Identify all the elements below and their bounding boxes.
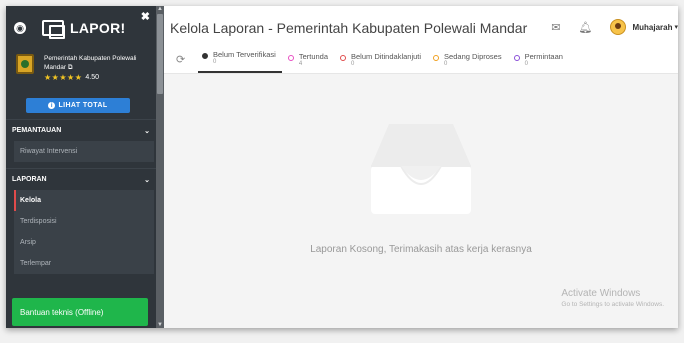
page-title: Kelola Laporan - Pemerintah Kabupaten Po… — [170, 20, 528, 36]
close-icon[interactable]: ✖ — [141, 10, 150, 23]
status-dot-icon — [287, 55, 294, 61]
agency-rating: ★★★★★ 4.50 — [44, 73, 148, 82]
tab-permintaan[interactable]: Permintaan 0 — [510, 52, 569, 73]
status-tabs: ⟳ Belum Terverifikasi 0 Tertunda 4 Belum… — [164, 50, 678, 74]
sidebar-item-terlempar[interactable]: Terlempar — [14, 253, 154, 274]
top-bar: Kelola Laporan - Pemerintah Kabupaten Po… — [164, 6, 678, 50]
empty-inbox-icon — [371, 124, 471, 214]
status-dot-icon — [433, 55, 440, 61]
pemantauan-panel: Riwayat Intervensi — [14, 141, 154, 162]
app-window: ◉ LAPOR! ✖ Pemerintah Kabupaten Polewali… — [6, 6, 678, 328]
section-laporan[interactable]: LAPORAN ⌄ — [6, 168, 156, 190]
scroll-up-icon[interactable]: ▲ — [157, 6, 163, 12]
refresh-icon[interactable]: ⟳ — [176, 53, 185, 66]
tab-tertunda[interactable]: Tertunda 4 — [284, 52, 334, 73]
sidebar-item-riwayat-intervensi[interactable]: Riwayat Intervensi — [14, 141, 154, 162]
status-dot-icon — [513, 55, 520, 61]
envelope-icon[interactable]: ✉ — [551, 21, 560, 34]
star-rating-icon: ★★★★★ — [44, 73, 83, 82]
info-icon: i — [48, 102, 56, 109]
sidebar-item-kelola[interactable]: Kelola — [14, 190, 154, 211]
lapor-logo[interactable]: LAPOR! — [42, 20, 126, 39]
scroll-down-icon[interactable]: ▼ — [157, 322, 163, 328]
windows-activation-watermark: Activate Windows Go to Settings to activ… — [561, 288, 664, 308]
main-content: Kelola Laporan - Pemerintah Kabupaten Po… — [164, 6, 678, 328]
sidebar-item-arsip[interactable]: Arsip — [14, 232, 154, 253]
technical-help-button[interactable]: Bantuan teknis (Offline) — [12, 298, 148, 326]
empty-message: Laporan Kosong, Terimakasih atas kerja k… — [310, 244, 532, 255]
chevron-down-icon: ⌄ — [144, 176, 150, 184]
agency-name[interactable]: Pemerintah Kabupaten Polewali Mandar ⧉ — [44, 54, 148, 72]
status-dot-icon — [340, 55, 346, 61]
sidebar: ◉ LAPOR! ✖ Pemerintah Kabupaten Polewali… — [6, 6, 156, 328]
tab-belum-terverifikasi[interactable]: Belum Terverifikasi 0 — [198, 50, 282, 73]
status-dot-icon — [202, 53, 208, 59]
rating-value: 4.50 — [85, 74, 99, 81]
external-link-icon[interactable]: ⧉ — [68, 64, 73, 71]
globe-icon[interactable]: ◉ — [14, 22, 26, 34]
caret-down-icon[interactable]: ▾ — [674, 23, 678, 31]
sidebar-item-terdisposisi[interactable]: Terdisposisi — [14, 211, 154, 232]
avatar[interactable] — [610, 19, 627, 35]
sidebar-scrollbar[interactable]: ▲ ▼ — [156, 6, 164, 328]
agency-card: Pemerintah Kabupaten Polewali Mandar ⧉ ★… — [6, 50, 156, 90]
scrollbar-thumb[interactable] — [157, 14, 163, 94]
section-pemantauan[interactable]: PEMANTAUAN ⌄ — [6, 119, 156, 141]
laporan-panel: Kelola Terdisposisi Arsip Terlempar — [14, 190, 154, 274]
empty-state: Laporan Kosong, Terimakasih atas kerja k… — [164, 74, 678, 328]
lapor-logo-icon — [42, 20, 65, 39]
chevron-down-icon: ⌄ — [144, 127, 150, 135]
logo-text: LAPOR! — [70, 20, 126, 36]
lihat-total-button[interactable]: i LIHAT TOTAL — [26, 98, 130, 113]
user-name[interactable]: Muhajarah — [632, 23, 672, 32]
tab-belum-ditindaklanjuti[interactable]: Belum Ditindaklanjuti 0 — [336, 52, 427, 73]
sidebar-header: ◉ LAPOR! ✖ — [6, 6, 156, 50]
tab-sedang-diproses[interactable]: Sedang Diproses 0 — [429, 52, 508, 73]
agency-emblem-icon — [16, 54, 34, 74]
bell-icon[interactable]: 🔔︎ — [579, 21, 593, 34]
